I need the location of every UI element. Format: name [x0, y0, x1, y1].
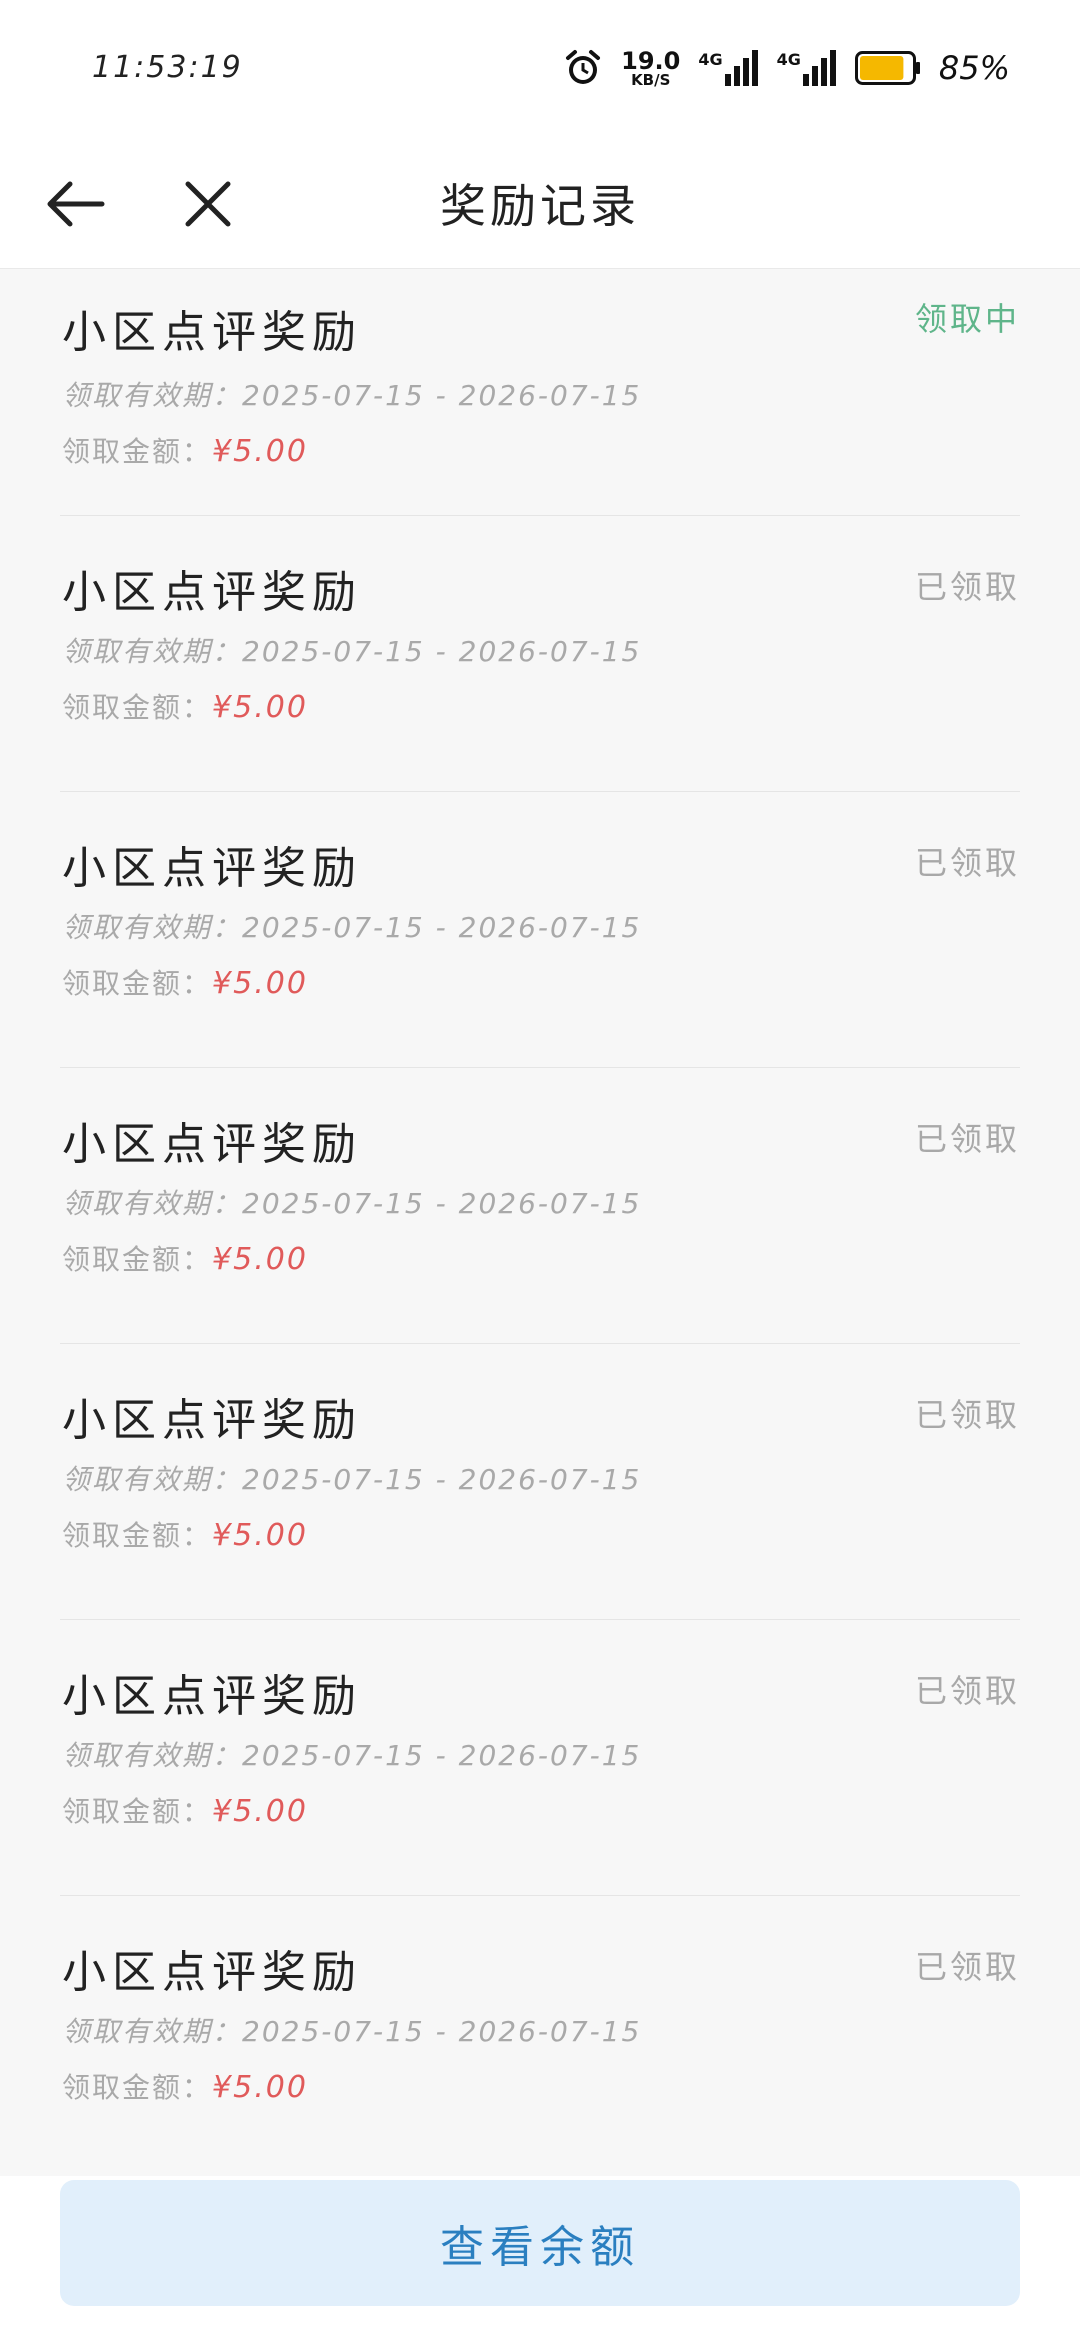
reward-record-list: 小区点评奖励 领取中 领取有效期：2025-07-15 - 2026-07-15…	[60, 268, 1020, 2172]
list-item[interactable]: 小区点评奖励 已领取 领取有效期：2025-07-15 - 2026-07-15…	[60, 1896, 1020, 2172]
header: 奖励记录	[0, 140, 1080, 269]
record-title: 小区点评奖励	[62, 843, 362, 894]
validity-range: 2025-07-15 - 2026-07-15	[242, 911, 642, 944]
amount-value: ¥5.00	[212, 1518, 308, 1553]
record-amount: 领取金额：¥5.00	[62, 1514, 308, 1554]
record-amount: 领取金额：¥5.00	[62, 2066, 308, 2106]
record-title: 小区点评奖励	[62, 1395, 362, 1446]
validity-label: 领取有效期：	[62, 1187, 243, 1220]
amount-value: ¥5.00	[212, 966, 308, 1001]
record-title: 小区点评奖励	[62, 1671, 362, 1722]
validity-range: 2025-07-15 - 2026-07-15	[242, 1739, 642, 1772]
page-title: 奖励记录	[440, 179, 640, 233]
signal-group-2: 4G	[777, 50, 837, 86]
record-title: 小区点评奖励	[62, 567, 362, 618]
record-status: 已领取	[914, 1120, 1020, 1158]
validity-label: 领取有效期：	[62, 635, 243, 668]
record-status: 领取中	[914, 300, 1020, 338]
validity-range: 2025-07-15 - 2026-07-15	[242, 2015, 642, 2048]
amount-label: 领取金额：	[62, 435, 213, 468]
amount-value: ¥5.00	[212, 434, 308, 469]
record-validity: 领取有效期：2025-07-15 - 2026-07-15	[62, 2010, 641, 2050]
record-validity: 领取有效期：2025-07-15 - 2026-07-15	[62, 630, 641, 670]
status-icons: 19.0 KB/S 4G 4G 85%	[563, 46, 1010, 90]
validity-label: 领取有效期：	[62, 1463, 243, 1496]
record-status: 已领取	[914, 1948, 1020, 1986]
net-speed-value: 19.0	[621, 46, 681, 75]
record-title: 小区点评奖励	[62, 307, 362, 358]
status-bar: 11:53:19 19.0 KB/S 4G 4G 85%	[0, 0, 1080, 140]
validity-label: 领取有效期：	[62, 911, 243, 944]
validity-range: 2025-07-15 - 2026-07-15	[242, 379, 642, 412]
amount-label: 领取金额：	[62, 967, 213, 1000]
record-validity: 领取有效期：2025-07-15 - 2026-07-15	[62, 1182, 641, 1222]
net-speed-unit: KB/S	[631, 70, 671, 89]
signal-bars-icon	[724, 50, 758, 86]
amount-label: 领取金额：	[62, 691, 213, 724]
record-status: 已领取	[914, 568, 1020, 606]
validity-range: 2025-07-15 - 2026-07-15	[242, 635, 642, 668]
amount-label: 领取金额：	[62, 1243, 213, 1276]
battery-fill	[859, 56, 904, 80]
signal-type-1: 4G	[698, 50, 723, 69]
amount-value: ¥5.00	[212, 1794, 308, 1829]
record-status: 已领取	[914, 1396, 1020, 1434]
alarm-clock-icon	[566, 50, 601, 84]
record-validity: 领取有效期：2025-07-15 - 2026-07-15	[62, 374, 641, 414]
amount-value: ¥5.00	[212, 2070, 308, 2105]
view-balance-button[interactable]: 查看余额	[60, 2180, 1020, 2306]
net-speed: 19.0 KB/S	[621, 49, 680, 88]
validity-label: 领取有效期：	[62, 1739, 243, 1772]
record-status: 已领取	[914, 844, 1020, 882]
list-item[interactable]: 小区点评奖励 已领取 领取有效期：2025-07-15 - 2026-07-15…	[60, 516, 1020, 792]
record-amount: 领取金额：¥5.00	[62, 1790, 308, 1830]
record-amount: 领取金额：¥5.00	[62, 686, 308, 726]
list-item[interactable]: 小区点评奖励 已领取 领取有效期：2025-07-15 - 2026-07-15…	[60, 1344, 1020, 1620]
record-validity: 领取有效期：2025-07-15 - 2026-07-15	[62, 906, 641, 946]
battery-icon	[854, 51, 920, 85]
record-amount: 领取金额：¥5.00	[62, 1238, 308, 1278]
record-amount: 领取金额：¥5.00	[62, 962, 308, 1002]
signal-bars-icon	[802, 50, 836, 86]
list-item[interactable]: 小区点评奖励 已领取 领取有效期：2025-07-15 - 2026-07-15…	[60, 1068, 1020, 1344]
amount-label: 领取金额：	[62, 1519, 213, 1552]
amount-value: ¥5.00	[212, 690, 308, 725]
list-item[interactable]: 小区点评奖励 领取中 领取有效期：2025-07-15 - 2026-07-15…	[60, 268, 1020, 516]
validity-range: 2025-07-15 - 2026-07-15	[242, 1187, 642, 1220]
record-validity: 领取有效期：2025-07-15 - 2026-07-15	[62, 1734, 641, 1774]
validity-range: 2025-07-15 - 2026-07-15	[242, 1463, 642, 1496]
list-item[interactable]: 小区点评奖励 已领取 领取有效期：2025-07-15 - 2026-07-15…	[60, 792, 1020, 1068]
record-status: 已领取	[914, 1672, 1020, 1710]
signal-group-1: 4G	[698, 50, 758, 86]
list-item[interactable]: 小区点评奖励 已领取 领取有效期：2025-07-15 - 2026-07-15…	[60, 1620, 1020, 1896]
record-amount: 领取金额：¥5.00	[62, 430, 308, 470]
signal-type-2: 4G	[776, 50, 801, 69]
record-validity: 领取有效期：2025-07-15 - 2026-07-15	[62, 1458, 641, 1498]
battery-percent: 85%	[938, 49, 1010, 87]
amount-value: ¥5.00	[212, 1242, 308, 1277]
amount-label: 领取金额：	[62, 1795, 213, 1828]
validity-label: 领取有效期：	[62, 379, 243, 412]
record-title: 小区点评奖励	[62, 1947, 362, 1998]
amount-label: 领取金额：	[62, 2071, 213, 2104]
record-title: 小区点评奖励	[62, 1119, 362, 1170]
status-time: 11:53:19	[92, 50, 243, 85]
validity-label: 领取有效期：	[62, 2015, 243, 2048]
